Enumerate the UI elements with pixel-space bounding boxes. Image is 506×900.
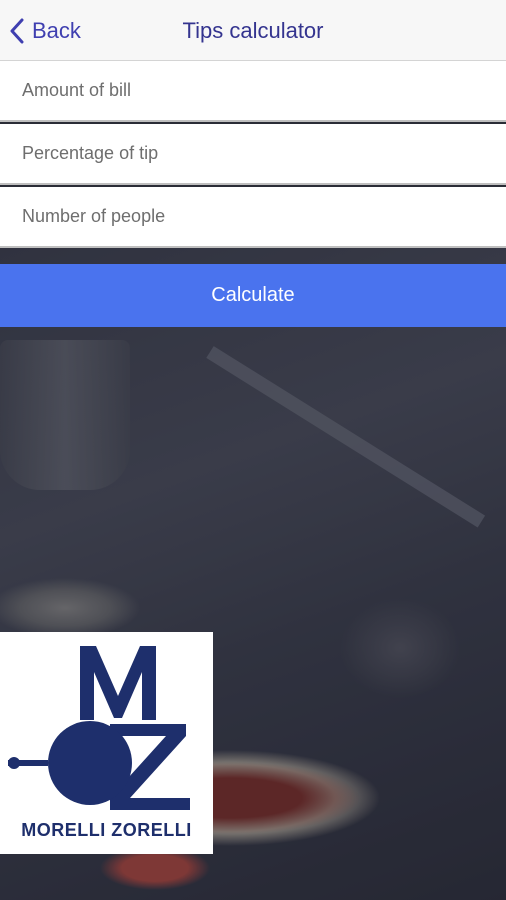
calculate-button[interactable]: Calculate xyxy=(0,264,506,327)
amount-of-bill-input[interactable] xyxy=(0,61,502,119)
restaurant-logo: MORELLI ZORELLI xyxy=(0,632,213,854)
nav-bar: Back Tips calculator xyxy=(0,0,506,61)
people-field-row xyxy=(0,187,506,248)
logo-wordmark: MORELLI ZORELLI xyxy=(21,820,192,840)
number-of-people-input[interactable] xyxy=(0,187,502,245)
amount-field-row xyxy=(0,61,506,122)
mz-monogram-icon xyxy=(8,646,190,810)
percentage-field-row xyxy=(0,124,506,185)
tip-percentage-input[interactable] xyxy=(0,124,502,182)
page-title: Tips calculator xyxy=(182,18,324,43)
